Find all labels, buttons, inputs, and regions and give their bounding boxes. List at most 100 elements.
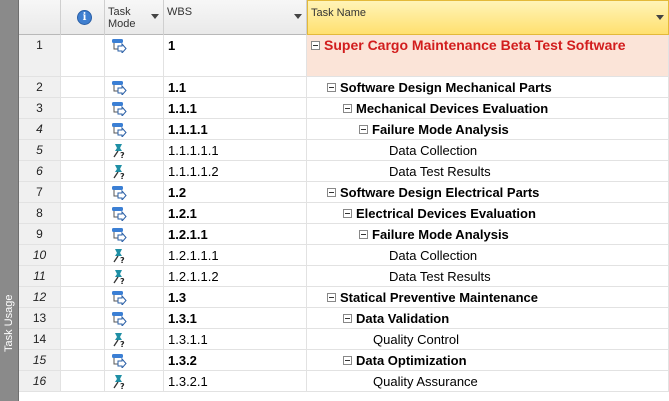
task-name-cell[interactable]: Super Cargo Maintenance Beta Test Softwa…: [307, 35, 669, 76]
indicator-cell[interactable]: [61, 182, 105, 202]
table-row[interactable]: 16? 1.3.2.1 Quality Assurance: [19, 371, 669, 392]
wbs-cell[interactable]: 1.1.1: [164, 98, 307, 118]
row-id-cell[interactable]: 5: [19, 140, 61, 160]
task-mode-cell[interactable]: [105, 98, 164, 118]
task-name-cell[interactable]: Failure Mode Analysis: [307, 224, 669, 244]
table-row[interactable]: 7 1.2 Software Design Electrical Parts: [19, 182, 669, 203]
row-id-cell[interactable]: 3: [19, 98, 61, 118]
task-mode-cell[interactable]: [105, 119, 164, 139]
task-mode-cell[interactable]: [105, 182, 164, 202]
task-name-cell[interactable]: Software Design Electrical Parts: [307, 182, 669, 202]
collapse-icon[interactable]: [359, 125, 368, 135]
wbs-dropdown-icon[interactable]: [294, 14, 302, 19]
row-id-cell[interactable]: 7: [19, 182, 61, 202]
table-row[interactable]: 12 1.3 Statical Preventive Maintenance: [19, 287, 669, 308]
row-id-cell[interactable]: 14: [19, 329, 61, 349]
view-bar[interactable]: Task Usage: [0, 0, 19, 401]
indicator-cell[interactable]: [61, 287, 105, 307]
row-id-cell[interactable]: 11: [19, 266, 61, 286]
task-mode-cell[interactable]: ?: [105, 245, 164, 265]
wbs-cell[interactable]: 1.2.1.1.1: [164, 245, 307, 265]
table-row[interactable]: 15 1.3.2 Data Optimization: [19, 350, 669, 371]
wbs-cell[interactable]: 1: [164, 35, 307, 76]
task-mode-cell[interactable]: ?: [105, 371, 164, 391]
task-mode-cell[interactable]: [105, 287, 164, 307]
task-mode-cell[interactable]: [105, 203, 164, 223]
task-name-cell[interactable]: Data Collection: [307, 245, 669, 265]
task-mode-cell[interactable]: [105, 350, 164, 370]
task-mode-cell[interactable]: ?: [105, 266, 164, 286]
indicator-cell[interactable]: [61, 77, 105, 97]
task-mode-cell[interactable]: [105, 35, 164, 76]
task-mode-cell[interactable]: [105, 308, 164, 328]
wbs-cell[interactable]: 1.3.2: [164, 350, 307, 370]
wbs-cell[interactable]: 1.3: [164, 287, 307, 307]
row-id-cell[interactable]: 2: [19, 77, 61, 97]
row-id-cell[interactable]: 1: [19, 35, 61, 76]
task-name-cell[interactable]: Data Test Results: [307, 161, 669, 181]
row-id-cell[interactable]: 13: [19, 308, 61, 328]
indicator-cell[interactable]: [61, 161, 105, 181]
task-name-cell[interactable]: Failure Mode Analysis: [307, 119, 669, 139]
wbs-cell[interactable]: 1.3.1.1: [164, 329, 307, 349]
task-name-cell[interactable]: Mechanical Devices Evaluation: [307, 98, 669, 118]
table-row[interactable]: 9 1.2.1.1 Failure Mode Analysis: [19, 224, 669, 245]
task-name-cell[interactable]: Software Design Mechanical Parts: [307, 77, 669, 97]
indicator-cell[interactable]: [61, 119, 105, 139]
indicator-cell[interactable]: [61, 224, 105, 244]
collapse-icon[interactable]: [343, 314, 352, 324]
task-name-column-header[interactable]: Task Name: [307, 0, 669, 35]
task-name-cell[interactable]: Quality Control: [307, 329, 669, 349]
table-row[interactable]: 5? 1.1.1.1.1 Data Collection: [19, 140, 669, 161]
collapse-icon[interactable]: [343, 104, 352, 114]
task-mode-dropdown-icon[interactable]: [151, 14, 159, 19]
indicator-cell[interactable]: [61, 245, 105, 265]
task-name-cell[interactable]: Data Collection: [307, 140, 669, 160]
table-row[interactable]: 8 1.2.1 Electrical Devices Evaluation: [19, 203, 669, 224]
row-id-cell[interactable]: 6: [19, 161, 61, 181]
task-mode-cell[interactable]: [105, 77, 164, 97]
indicator-cell[interactable]: [61, 203, 105, 223]
indicator-cell[interactable]: [61, 371, 105, 391]
task-name-cell[interactable]: Data Test Results: [307, 266, 669, 286]
task-name-cell[interactable]: Electrical Devices Evaluation: [307, 203, 669, 223]
table-row[interactable]: 4 1.1.1.1 Failure Mode Analysis: [19, 119, 669, 140]
row-id-cell[interactable]: 9: [19, 224, 61, 244]
task-name-cell[interactable]: Data Validation: [307, 308, 669, 328]
wbs-column-header[interactable]: WBS: [164, 0, 307, 35]
task-mode-cell[interactable]: [105, 224, 164, 244]
task-mode-cell[interactable]: ?: [105, 161, 164, 181]
wbs-cell[interactable]: 1.2.1: [164, 203, 307, 223]
table-row[interactable]: 10? 1.2.1.1.1 Data Collection: [19, 245, 669, 266]
collapse-icon[interactable]: [327, 188, 336, 198]
row-id-cell[interactable]: 4: [19, 119, 61, 139]
row-id-cell[interactable]: 16: [19, 371, 61, 391]
row-id-cell[interactable]: 12: [19, 287, 61, 307]
collapse-icon[interactable]: [343, 209, 352, 219]
task-mode-cell[interactable]: ?: [105, 329, 164, 349]
wbs-cell[interactable]: 1.3.2.1: [164, 371, 307, 391]
collapse-icon[interactable]: [311, 41, 320, 51]
row-id-cell[interactable]: 15: [19, 350, 61, 370]
table-row[interactable]: 6? 1.1.1.1.2 Data Test Results: [19, 161, 669, 182]
select-all-corner[interactable]: [19, 0, 61, 35]
task-mode-cell[interactable]: ?: [105, 140, 164, 160]
indicator-cell[interactable]: [61, 350, 105, 370]
table-row[interactable]: 11? 1.2.1.1.2 Data Test Results: [19, 266, 669, 287]
indicator-cell[interactable]: [61, 266, 105, 286]
indicators-column-header[interactable]: i: [61, 0, 105, 35]
indicator-cell[interactable]: [61, 140, 105, 160]
row-id-cell[interactable]: 10: [19, 245, 61, 265]
wbs-cell[interactable]: 1.1.1.1.1: [164, 140, 307, 160]
task-name-cell[interactable]: Statical Preventive Maintenance: [307, 287, 669, 307]
indicator-cell[interactable]: [61, 308, 105, 328]
indicator-cell[interactable]: [61, 329, 105, 349]
collapse-icon[interactable]: [359, 230, 368, 240]
task-name-cell[interactable]: Quality Assurance: [307, 371, 669, 391]
table-row[interactable]: 3 1.1.1 Mechanical Devices Evaluation: [19, 98, 669, 119]
wbs-cell[interactable]: 1.1.1.1.2: [164, 161, 307, 181]
task-mode-column-header[interactable]: Task Mode: [105, 0, 164, 35]
collapse-icon[interactable]: [327, 83, 336, 93]
task-name-dropdown-icon[interactable]: [656, 15, 664, 20]
wbs-cell[interactable]: 1.2.1.1.2: [164, 266, 307, 286]
